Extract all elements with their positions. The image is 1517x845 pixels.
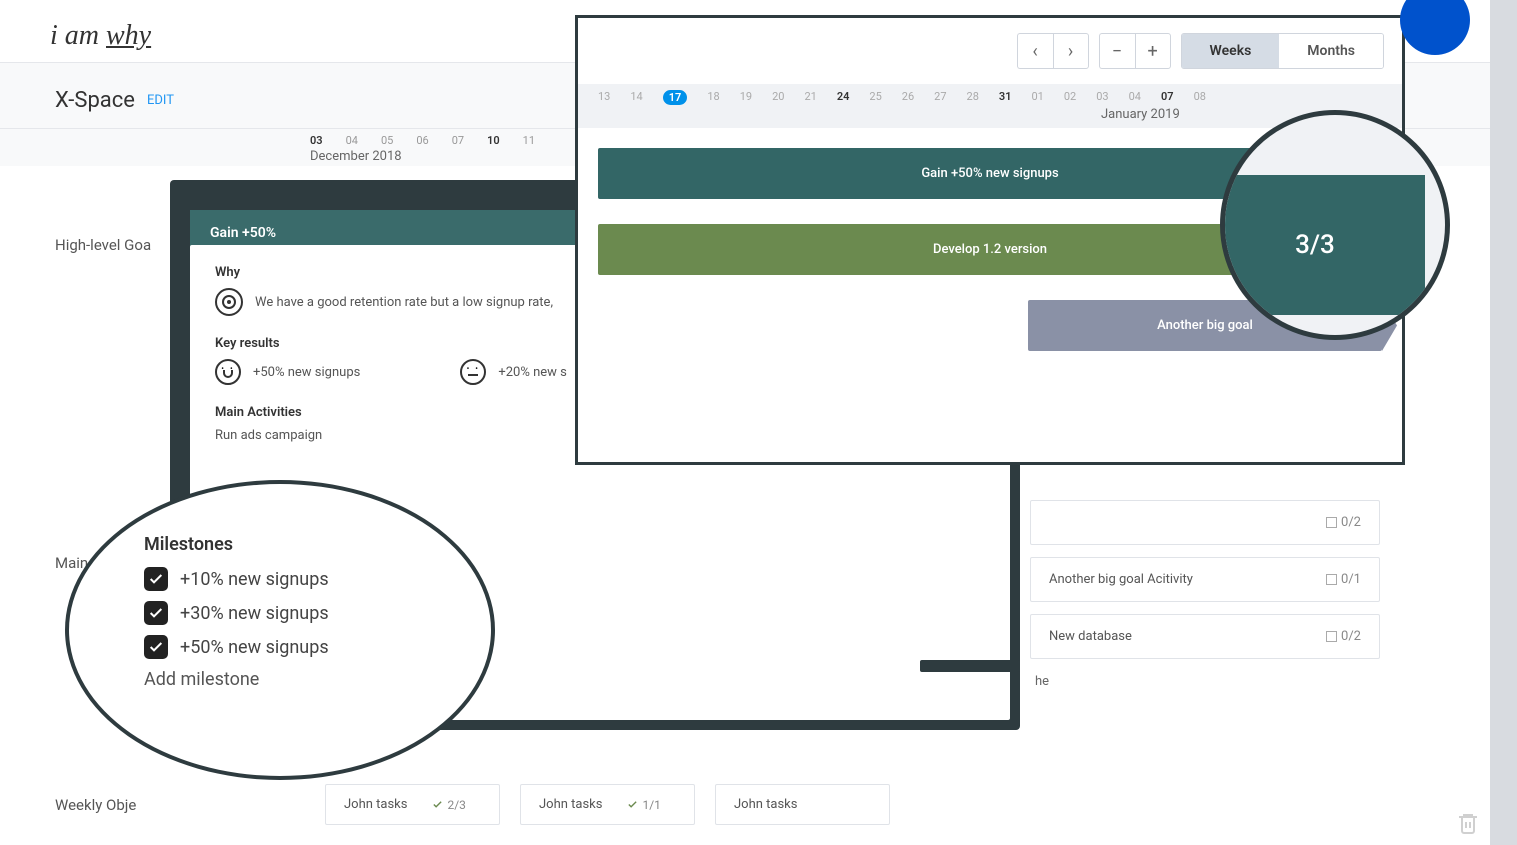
zoom-out-button[interactable]: −	[1099, 33, 1135, 69]
timeline-day: 01	[1031, 90, 1043, 105]
timeline-day: 14	[630, 90, 642, 105]
logo-suffix: why	[106, 20, 151, 51]
zoom-in-button[interactable]: +	[1135, 33, 1171, 69]
timeline-day: 21	[804, 90, 816, 105]
timeline-day: 07	[1161, 90, 1174, 105]
counter-value: 3/3	[1225, 175, 1425, 315]
activity-card[interactable]: 0/2	[1030, 500, 1380, 545]
weeks-toggle[interactable]: Weeks	[1182, 34, 1280, 68]
check-icon	[627, 799, 638, 810]
mini-day: 06	[416, 134, 428, 147]
mini-day: 11	[523, 134, 535, 147]
kr-2: +20% new s	[498, 365, 567, 380]
timeline-day: 02	[1064, 90, 1076, 105]
activity-card[interactable]: New database 0/2	[1030, 614, 1380, 659]
milestone-item[interactable]: +30% new signups	[144, 601, 451, 625]
kr-1: +50% new signups	[253, 365, 360, 380]
task-count: 1/1	[627, 798, 660, 812]
mini-day: 10	[487, 134, 500, 147]
activity-count: 0/1	[1326, 572, 1361, 587]
neutral-face-icon	[460, 359, 486, 385]
right-gutter	[1490, 0, 1517, 845]
mini-day: 04	[346, 134, 358, 147]
task-label: John tasks	[539, 797, 602, 812]
timeline-month: January 2019	[598, 105, 1392, 122]
task-card[interactable]: John tasks 2/3	[325, 784, 500, 825]
milestones-zoom: Milestones +10% new signups +30% new sig…	[65, 480, 495, 780]
timeline-day: 04	[1129, 90, 1141, 105]
timeline-day: 03	[1096, 90, 1108, 105]
prev-button[interactable]: ‹	[1017, 33, 1053, 69]
logo-prefix: i am	[50, 20, 106, 51]
checkbox-icon	[1326, 574, 1337, 585]
task-label: John tasks	[344, 797, 407, 812]
milestone-label: +50% new signups	[180, 637, 329, 658]
milestone-label: +30% new signups	[180, 603, 329, 624]
months-toggle[interactable]: Months	[1279, 34, 1383, 68]
mini-day: 07	[452, 134, 464, 147]
next-button[interactable]: ›	[1053, 33, 1089, 69]
task-card[interactable]: John tasks	[715, 784, 890, 825]
activity-count: 0/2	[1326, 515, 1361, 530]
milestone-label: +10% new signups	[180, 569, 329, 590]
check-icon	[432, 799, 443, 810]
activity-cards: 0/2 Another big goal Acitivity 0/1 New d…	[1030, 500, 1380, 689]
milestone-item[interactable]: +10% new signups	[144, 567, 451, 591]
timeline-day: 27	[934, 90, 946, 105]
checkbox-icon	[1326, 517, 1337, 528]
space-title: X-Space	[55, 88, 135, 113]
timeline-date-row: 13 14 17 18 19 20 21 24 25 26 27 28 31 01 02 03 04 07 08	[598, 90, 1392, 105]
partial-text: he	[1030, 674, 1380, 689]
activity-card[interactable]: Another big goal Acitivity 0/1	[1030, 557, 1380, 602]
timeline-day: 24	[837, 90, 850, 105]
timeline-day: 18	[707, 90, 719, 105]
section-weekly-label: Weekly Obje	[55, 796, 305, 814]
happy-face-icon	[215, 359, 241, 385]
why-text: We have a good retention rate but a low …	[255, 295, 553, 310]
mini-day: 05	[381, 134, 393, 147]
task-card[interactable]: John tasks 1/1	[520, 784, 695, 825]
activity-label: New database	[1049, 629, 1132, 644]
timeline-day: 26	[902, 90, 914, 105]
checkbox-checked-icon[interactable]	[144, 601, 168, 625]
timeline-day: 08	[1194, 90, 1206, 105]
timeline-day: 19	[740, 90, 752, 105]
activity-label: Another big goal Acitivity	[1049, 572, 1193, 587]
activity-count: 0/2	[1326, 629, 1361, 644]
timeline-day: 20	[772, 90, 784, 105]
checkbox-checked-icon[interactable]	[144, 635, 168, 659]
task-count: 2/3	[432, 798, 465, 812]
trash-icon[interactable]	[1456, 811, 1480, 835]
mini-day: 03	[310, 134, 323, 147]
scrollbar-thumb[interactable]	[920, 660, 1020, 672]
counter-zoom: 3/3	[1220, 110, 1450, 340]
milestones-title: Milestones	[144, 534, 451, 555]
timeline-day: 13	[598, 90, 610, 105]
checkbox-checked-icon[interactable]	[144, 567, 168, 591]
add-milestone[interactable]: Add milestone	[144, 669, 451, 690]
task-label: John tasks	[734, 797, 797, 812]
target-icon	[215, 288, 243, 316]
timeline-day: 28	[967, 90, 979, 105]
timeline-day: 31	[999, 90, 1012, 105]
timeline-day: 17	[663, 90, 688, 105]
milestone-item[interactable]: +50% new signups	[144, 635, 451, 659]
timeline-day: 25	[869, 90, 881, 105]
edit-link[interactable]: EDIT	[147, 93, 174, 108]
checkbox-icon	[1326, 631, 1337, 642]
